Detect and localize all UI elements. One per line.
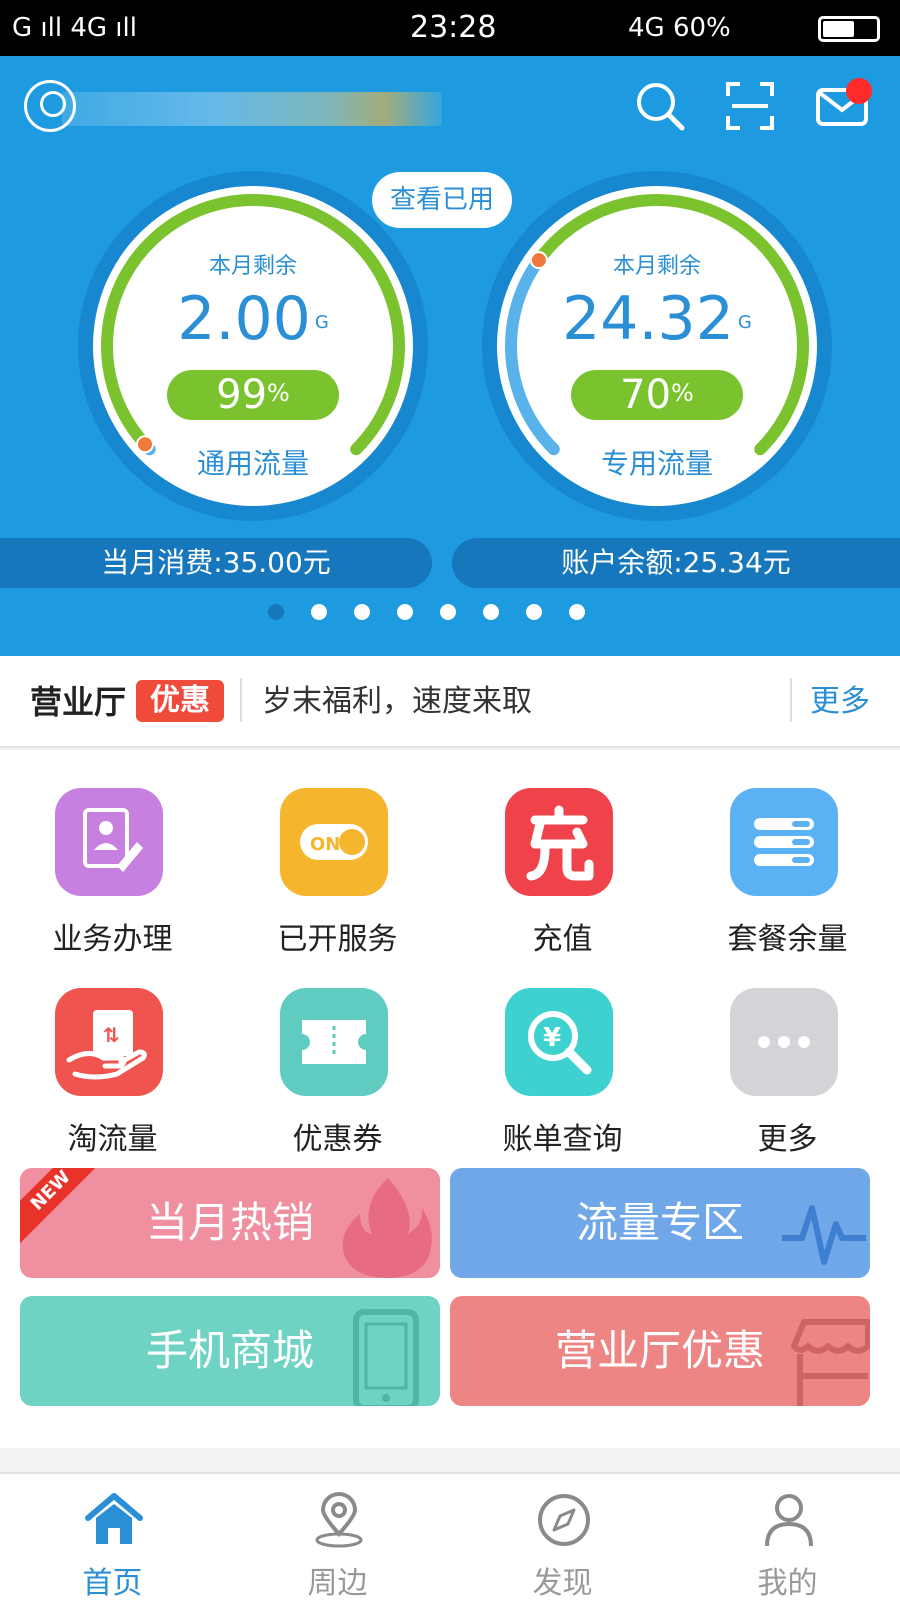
promo-brand: 营业厅 [30, 683, 127, 721]
hall-discount-tile[interactable]: 营业厅优惠 [450, 1296, 870, 1406]
flame-icon [342, 1178, 432, 1278]
tab-profile[interactable]: 我的 [675, 1474, 900, 1600]
general-data-gauge[interactable]: 本月剩余 2.00 G 99% 通用流量 [78, 171, 428, 521]
tab-label: 发现 [532, 1566, 593, 1600]
carousel-dot[interactable] [397, 604, 413, 620]
carousel-dot[interactable] [311, 604, 327, 620]
scan-icon[interactable] [722, 78, 778, 134]
search-icon[interactable] [632, 78, 688, 134]
grid-item-more[interactable]: 更多 [675, 950, 900, 1157]
recharge-icon [505, 788, 613, 896]
tab-label: 首页 [82, 1566, 143, 1600]
view-used-button[interactable]: 查看已用 [372, 172, 512, 228]
network-battery-text: 4G 60% [628, 13, 731, 43]
feature-tiles: NEW 当月热销 流量专区 手机商城 营业厅优惠 [0, 1160, 900, 1448]
carousel-dot[interactable] [268, 604, 284, 620]
monthly-spend[interactable]: 当月消费:35.00元 [0, 538, 432, 588]
account-overview: 本月剩余 2.00 G 99% 通用流量 查看已用 本月剩余 24.32 G 70%… [0, 56, 900, 656]
hot-sale-tile[interactable]: NEW 当月热销 [20, 1168, 440, 1278]
data-zone-tile[interactable]: 流量专区 [450, 1168, 870, 1278]
gauge-name: 通用流量 [196, 447, 309, 480]
tile-label: 当月热销 [145, 1198, 314, 1247]
home-icon [85, 1493, 143, 1544]
promo-tag: 优惠 [136, 680, 224, 722]
coupon-icon [280, 988, 388, 1096]
tab-home[interactable]: 首页 [0, 1474, 225, 1600]
account-balance[interactable]: 账户余额:25.34元 [452, 538, 900, 588]
store-icon [791, 1319, 870, 1406]
tab-label: 周边 [307, 1566, 368, 1600]
promo-strip[interactable]: 营业厅 优惠 岁末福利，速度来取 更多 [0, 656, 900, 748]
gauge-value: 2.00 G [177, 284, 329, 354]
grid-item-coupon[interactable]: 优惠券 [225, 950, 450, 1157]
bill-search-icon: ¥ [505, 988, 613, 1096]
more-dots-icon [730, 988, 838, 1096]
clock: 23:28 [410, 10, 497, 45]
compass-icon [538, 1494, 590, 1546]
grid-item-label: 优惠券 [292, 1122, 383, 1157]
tile-label: 流量专区 [575, 1198, 744, 1247]
pulse-icon [782, 1205, 866, 1265]
phone-icon [353, 1309, 419, 1406]
grid-item-recharge[interactable]: 充值 [450, 750, 675, 957]
svg-text:¥: ¥ [543, 1023, 561, 1053]
plan-list-icon [730, 788, 838, 896]
grid-item-data-market[interactable]: ⇅ 淘流量 [0, 950, 225, 1157]
service-on-icon: ON [280, 788, 388, 896]
carousel-dot[interactable] [526, 604, 542, 620]
grid-item-plan-balance[interactable]: 套餐余量 [675, 750, 900, 957]
divider [240, 678, 242, 722]
account-name-redacted [62, 92, 442, 126]
signal-indicator: G ıll 4G ıll [12, 13, 137, 43]
grid-item-label: 更多 [757, 1122, 818, 1157]
tab-discover[interactable]: 发现 [450, 1474, 675, 1600]
gauge-percent-pill: 99% [167, 370, 339, 420]
location-icon [315, 1492, 363, 1548]
svg-text:ON: ON [310, 834, 340, 855]
gauge-percent-pill: 70% [571, 370, 743, 420]
grid-item-business[interactable]: 业务办理 [0, 750, 225, 957]
business-doc-icon [55, 788, 163, 896]
carousel-dot[interactable] [569, 604, 585, 620]
battery-icon [818, 16, 880, 42]
gauge-top-label: 本月剩余 [208, 254, 297, 279]
carousel-indicator [268, 604, 608, 624]
service-grid: 业务办理 ON 已开服务 充值 套餐余量 ⇅ 淘流量 优惠券 ¥ 账单查询 更多 [0, 750, 900, 1160]
profile-icon [765, 1494, 813, 1547]
special-data-gauge[interactable]: 本月剩余 24.32 G 70% 专用流量 [482, 171, 832, 521]
divider [790, 678, 792, 722]
gauge-value: 24.32 G [562, 284, 752, 354]
tab-nearby[interactable]: 周边 [225, 1474, 450, 1600]
grid-item-label: 淘流量 [67, 1122, 158, 1157]
gauge-name: 专用流量 [600, 447, 713, 480]
unread-badge [846, 78, 872, 104]
carousel-dot[interactable] [354, 604, 370, 620]
new-badge: NEW [20, 1168, 108, 1248]
grid-item-bill-query[interactable]: ¥ 账单查询 [450, 950, 675, 1157]
data-gift-icon: ⇅ [55, 988, 163, 1096]
tile-label: 手机商城 [145, 1326, 314, 1375]
promo-text[interactable]: 岁末福利，速度来取 [262, 680, 532, 724]
phone-mall-tile[interactable]: 手机商城 [20, 1296, 440, 1406]
grid-item-services[interactable]: ON 已开服务 [225, 750, 450, 957]
carousel-dot[interactable] [483, 604, 499, 620]
carousel-dot[interactable] [440, 604, 456, 620]
tile-label: 营业厅优惠 [554, 1326, 765, 1375]
promo-more-link[interactable]: 更多 [810, 680, 870, 724]
status-bar: G ıll 4G ıll 23:28 4G 60% [0, 0, 900, 56]
gauge-top-label: 本月剩余 [612, 254, 701, 279]
svg-text:⇅: ⇅ [103, 1023, 120, 1047]
tab-label: 我的 [757, 1566, 818, 1600]
bottom-tab-bar: 首页 周边 发现 我的 [0, 1472, 900, 1600]
grid-item-label: 账单查询 [502, 1122, 623, 1157]
